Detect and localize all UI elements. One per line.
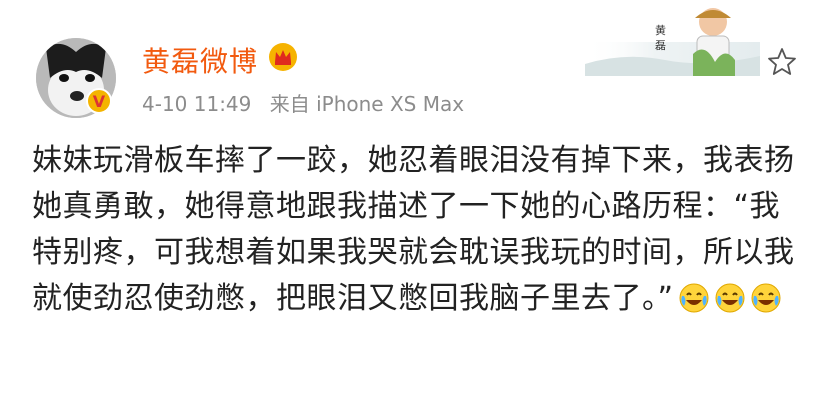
post-date: 4-10 11:49 (142, 92, 252, 116)
profile-banner: 黄 磊 (585, 8, 760, 76)
post-content: 妹妹玩滑板车摔了一跤，她忍着眼泪没有掉下来，我表扬她真勇敢，她得意地跟我描述了一… (32, 138, 802, 322)
laugh-cry-icon (751, 283, 781, 313)
crown-icon (269, 43, 297, 71)
post-meta: 4-10 11:49 来自 iPhone XS Max (142, 88, 476, 117)
verified-badge-icon: V (86, 88, 112, 114)
laugh-cry-icon (715, 283, 745, 313)
post-source: 来自 iPhone XS Max (269, 92, 465, 116)
laugh-cry-icon (679, 283, 709, 313)
favorite-star-icon[interactable] (766, 46, 798, 78)
banner-name-2: 磊 (655, 39, 666, 52)
banner-name-1: 黄 (655, 23, 666, 37)
username[interactable]: 黄磊微博 (142, 40, 258, 80)
